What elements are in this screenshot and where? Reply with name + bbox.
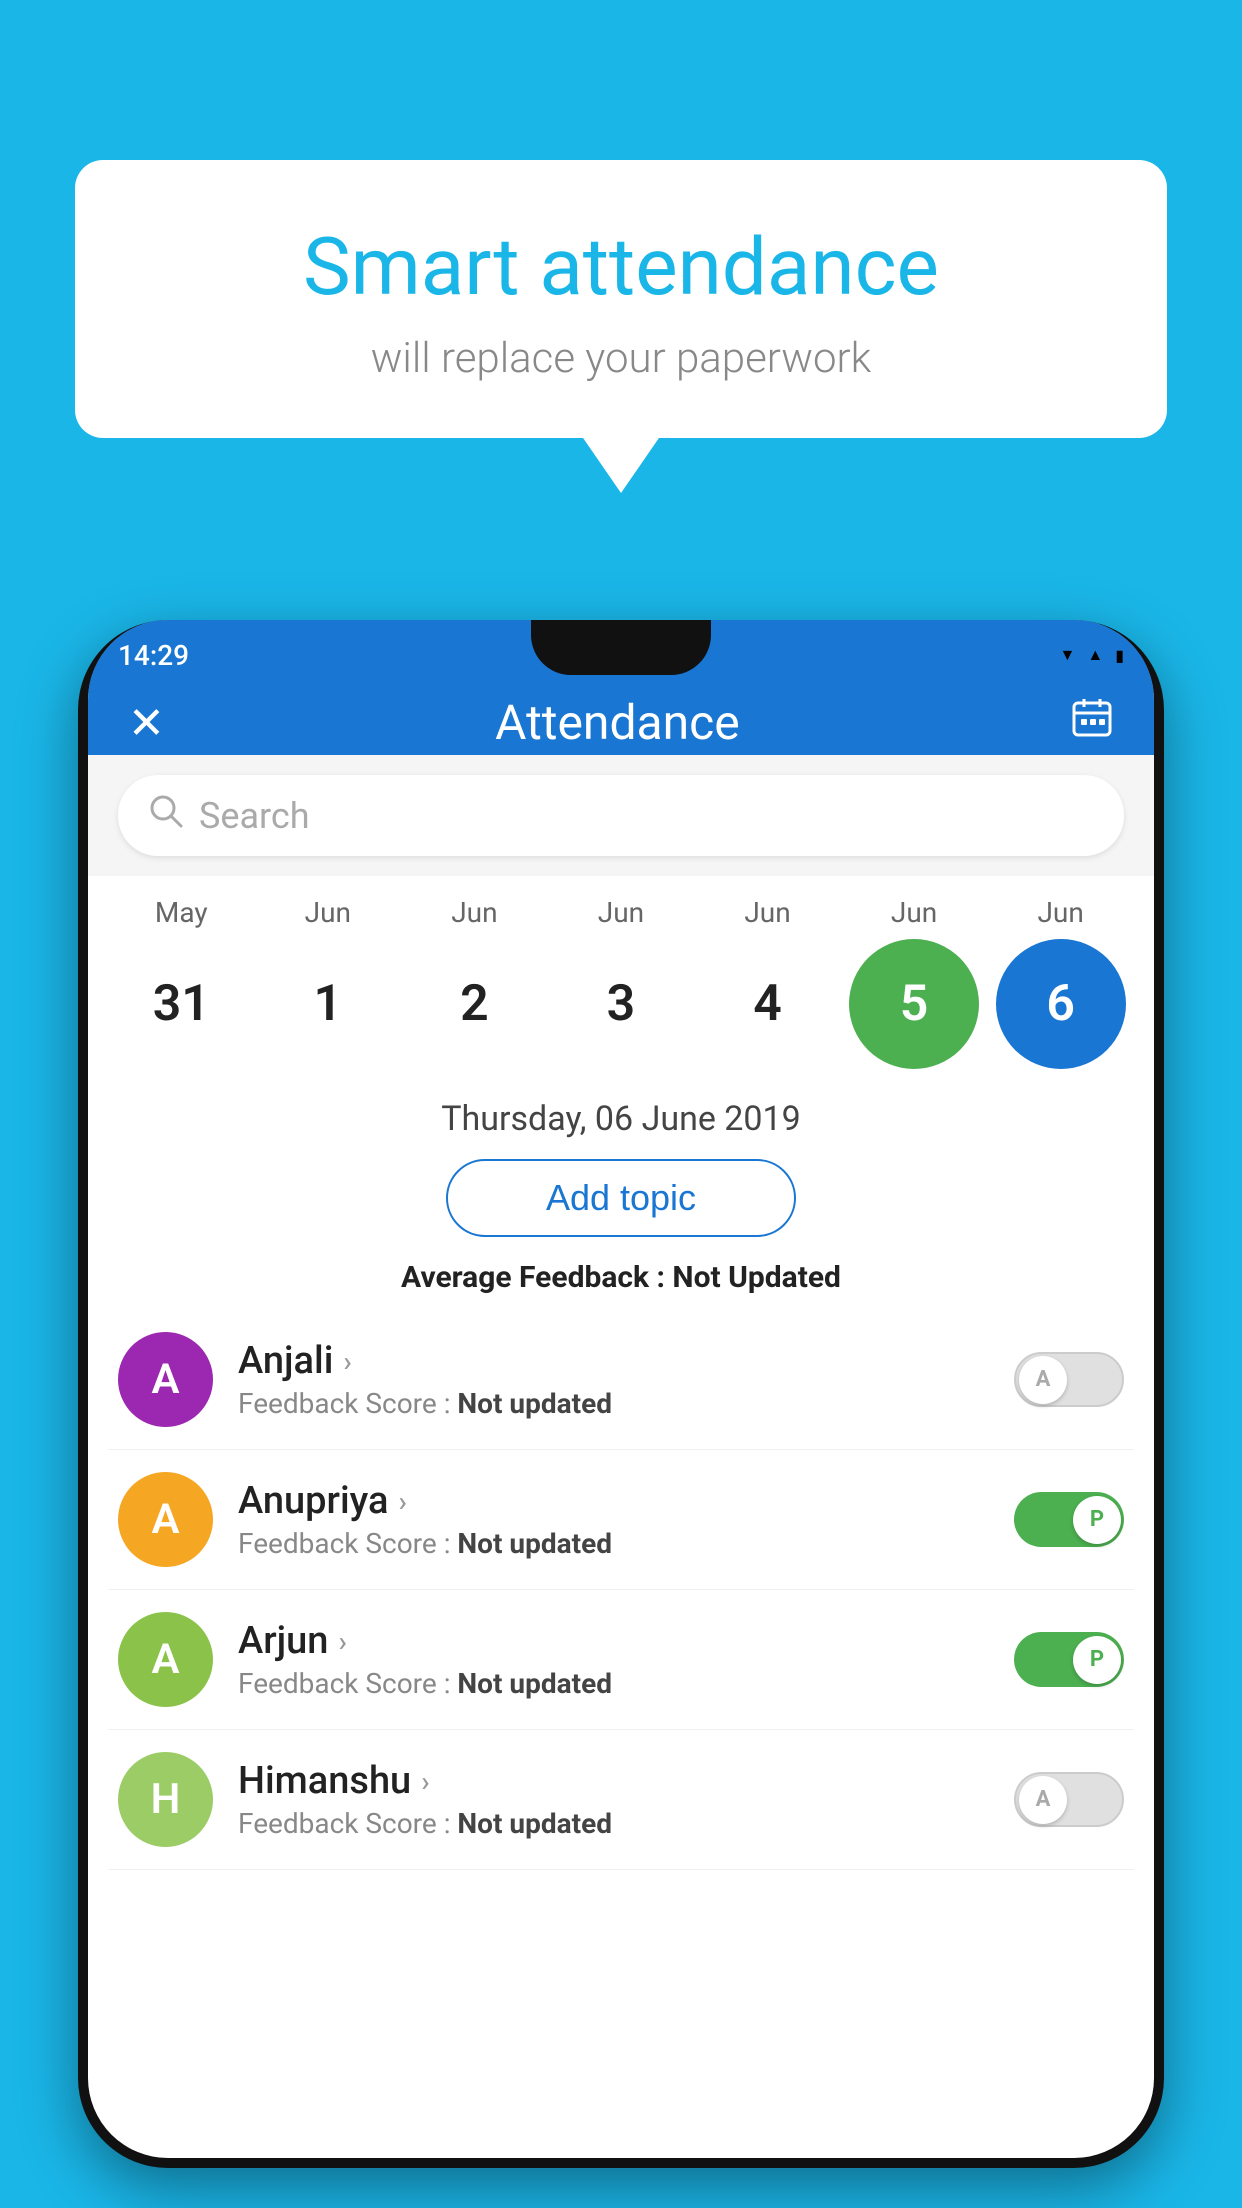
toggle-anupriya[interactable]: P <box>1014 1492 1124 1547</box>
toggle-knob-anupriya: P <box>1073 1496 1121 1544</box>
app-tagline-title: Smart attendance <box>125 220 1117 314</box>
chevron-icon-arjun: › <box>338 1625 346 1658</box>
phone-notch <box>531 620 711 675</box>
month-jun-1: Jun <box>263 896 393 929</box>
student-item-himanshu[interactable]: H Himanshu › Feedback Score : Not update… <box>108 1730 1134 1870</box>
date-31[interactable]: 31 <box>116 939 246 1069</box>
student-list: A Anjali › Feedback Score : Not updated … <box>88 1310 1154 1870</box>
student-info-himanshu: Himanshu › Feedback Score : Not updated <box>238 1759 1014 1840</box>
month-jun-3: Jun <box>556 896 686 929</box>
add-topic-button[interactable]: Add topic <box>446 1159 796 1237</box>
date-2[interactable]: 2 <box>409 939 539 1069</box>
toggle-knob-arjun: P <box>1073 1636 1121 1684</box>
student-score-anjali: Feedback Score : Not updated <box>238 1387 1014 1420</box>
student-info-anupriya: Anupriya › Feedback Score : Not updated <box>238 1479 1014 1560</box>
student-item-anjali[interactable]: A Anjali › Feedback Score : Not updated … <box>108 1310 1134 1450</box>
search-icon <box>148 793 184 838</box>
date-4[interactable]: 4 <box>703 939 833 1069</box>
chevron-icon-anupriya: › <box>398 1485 406 1518</box>
date-6-selected[interactable]: 6 <box>996 939 1126 1069</box>
student-name-anjali: Anjali › <box>238 1339 1014 1383</box>
status-time: 14:29 <box>118 639 189 672</box>
search-bar[interactable]: Search <box>118 775 1124 856</box>
student-info-anjali: Anjali › Feedback Score : Not updated <box>238 1339 1014 1420</box>
avatar-himanshu: H <box>118 1752 213 1847</box>
student-score-anupriya: Feedback Score : Not updated <box>238 1527 1014 1560</box>
app-tagline-subtitle: will replace your paperwork <box>125 334 1117 383</box>
average-feedback: Average Feedback : Not Updated <box>88 1252 1154 1310</box>
date-1[interactable]: 1 <box>263 939 393 1069</box>
avg-feedback-label: Average Feedback : <box>401 1260 672 1295</box>
month-jun-2: Jun <box>409 896 539 929</box>
student-item-anupriya[interactable]: A Anupriya › Feedback Score : Not update… <box>108 1450 1134 1590</box>
chevron-icon-himanshu: › <box>421 1765 429 1798</box>
app-screen: 14:29 ▼ ▲ ▮ ✕ Attendance <box>88 620 1154 2158</box>
selected-date-label: Thursday, 06 June 2019 <box>88 1089 1154 1144</box>
status-icons: ▼ ▲ ▮ <box>1060 645 1125 665</box>
month-jun-6: Jun <box>996 896 1126 929</box>
calendar-icon[interactable] <box>1070 695 1114 750</box>
month-jun-5: Jun <box>849 896 979 929</box>
search-placeholder: Search <box>199 795 310 837</box>
avatar-arjun: A <box>118 1612 213 1707</box>
signal-icon: ▲ <box>1087 645 1103 665</box>
date-row: 31 1 2 3 4 5 6 <box>88 929 1154 1079</box>
app-title: Attendance <box>495 694 740 751</box>
avatar-anupriya: A <box>118 1472 213 1567</box>
wifi-icon: ▼ <box>1060 645 1076 665</box>
avg-feedback-value: Not Updated <box>672 1260 841 1295</box>
month-jun-4: Jun <box>703 896 833 929</box>
toggle-knob-anjali: A <box>1019 1356 1067 1404</box>
toggle-arjun[interactable]: P <box>1014 1632 1124 1687</box>
student-score-himanshu: Feedback Score : Not updated <box>238 1807 1014 1840</box>
student-name-anupriya: Anupriya › <box>238 1479 1014 1523</box>
close-button[interactable]: ✕ <box>128 697 165 749</box>
speech-bubble: Smart attendance will replace your paper… <box>75 160 1167 438</box>
date-5-today[interactable]: 5 <box>849 939 979 1069</box>
month-row: May Jun Jun Jun Jun Jun Jun <box>88 896 1154 929</box>
toggle-himanshu[interactable]: A <box>1014 1772 1124 1827</box>
chevron-icon-anjali: › <box>343 1345 351 1378</box>
date-3[interactable]: 3 <box>556 939 686 1069</box>
student-name-arjun: Arjun › <box>238 1619 1014 1663</box>
student-score-arjun: Feedback Score : Not updated <box>238 1667 1014 1700</box>
calendar-section: May Jun Jun Jun Jun Jun Jun 31 1 2 3 4 5… <box>88 876 1154 1089</box>
toggle-knob-himanshu: A <box>1019 1776 1067 1824</box>
student-name-himanshu: Himanshu › <box>238 1759 1014 1803</box>
battery-icon: ▮ <box>1115 646 1124 665</box>
avatar-anjali: A <box>118 1332 213 1427</box>
toggle-anjali[interactable]: A <box>1014 1352 1124 1407</box>
student-info-arjun: Arjun › Feedback Score : Not updated <box>238 1619 1014 1700</box>
phone-frame: 14:29 ▼ ▲ ▮ ✕ Attendance <box>78 620 1164 2168</box>
month-may: May <box>116 896 246 929</box>
student-item-arjun[interactable]: A Arjun › Feedback Score : Not updated P <box>108 1590 1134 1730</box>
search-container: Search <box>88 755 1154 876</box>
